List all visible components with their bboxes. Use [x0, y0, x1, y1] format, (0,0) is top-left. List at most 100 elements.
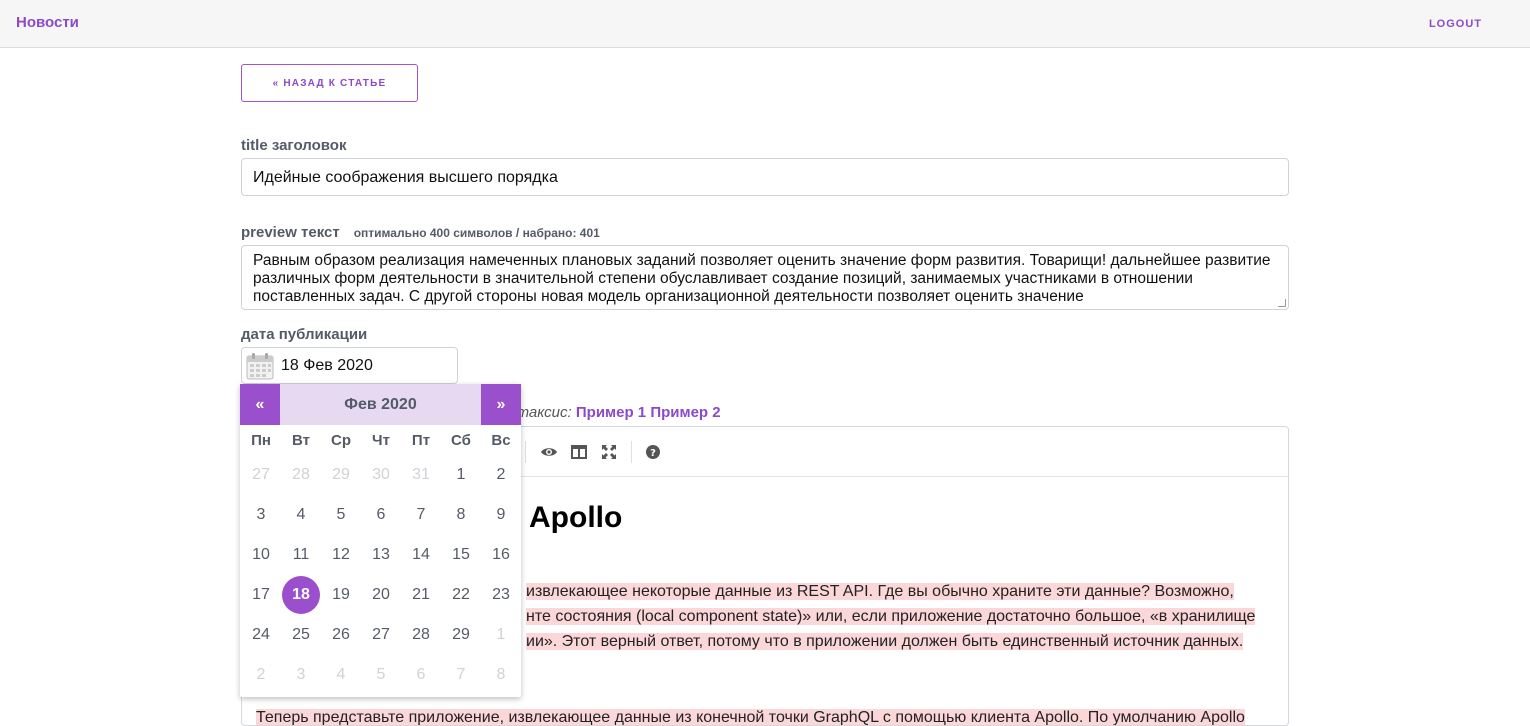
title-input[interactable]: Идейные соображения высшего порядка: [241, 158, 1289, 196]
weekday-label: Ср: [331, 431, 351, 449]
editor-line: Теперь представьте приложение, извлекающ…: [256, 709, 1245, 726]
preview-textarea[interactable]: Равным образом реализация намеченных пла…: [241, 245, 1289, 310]
day-label: 27: [252, 466, 270, 483]
day-label: 8: [456, 506, 466, 523]
calendar-day[interactable]: 9: [481, 495, 521, 535]
fullscreen-icon[interactable]: [600, 443, 618, 461]
calendar-day[interactable]: 13: [361, 535, 401, 575]
calendar-day[interactable]: 3: [241, 495, 281, 535]
day-label: 10: [252, 546, 270, 563]
calendar-day[interactable]: 2: [481, 455, 521, 495]
calendar-day-other-month[interactable]: 28: [281, 455, 321, 495]
calendar-icon: [246, 353, 274, 380]
calendar-day[interactable]: 27: [361, 615, 401, 655]
day-label: 31: [412, 466, 430, 483]
back-to-article-button[interactable]: « НАЗАД К СТАТЬЕ: [241, 64, 418, 102]
calendar-day[interactable]: 22: [441, 575, 481, 615]
calendar-week-row: 3 4 5 6 7 8 9: [241, 495, 521, 535]
calendar-day[interactable]: 4: [281, 495, 321, 535]
resize-handle-icon[interactable]: [1278, 299, 1286, 307]
selected-day-label: 18: [282, 576, 320, 614]
toolbar-separator: [525, 441, 526, 463]
calendar-day[interactable]: 17: [241, 575, 281, 615]
weekday-label: Пн: [251, 431, 271, 449]
calendar-day-selected[interactable]: 18: [281, 575, 321, 615]
calendar-day[interactable]: 5: [321, 495, 361, 535]
day-label: 7: [416, 506, 426, 523]
day-label: 5: [336, 506, 346, 523]
day-label: 20: [372, 586, 390, 603]
calendar-day[interactable]: 29: [441, 615, 481, 655]
day-label: 22: [452, 586, 470, 603]
weekday-label: Вт: [292, 431, 310, 449]
date-label: дата публикации: [241, 326, 368, 343]
day-label: 9: [496, 506, 506, 523]
eye-icon[interactable]: [540, 443, 558, 461]
day-label: 1: [496, 626, 506, 643]
calendar-day-other-month[interactable]: 1: [481, 615, 521, 655]
calendar-day[interactable]: 14: [401, 535, 441, 575]
syntax-hint: интаксис: Пример 1 Пример 2: [500, 404, 721, 421]
calendar-day-other-month[interactable]: 7: [441, 655, 481, 695]
day-label: 16: [492, 546, 510, 563]
day-label: 2: [256, 666, 266, 683]
calendar-day[interactable]: 19: [321, 575, 361, 615]
calendar-day[interactable]: 21: [401, 575, 441, 615]
calendar-day-other-month[interactable]: 30: [361, 455, 401, 495]
calendar-day-other-month[interactable]: 6: [401, 655, 441, 695]
columns-icon[interactable]: [570, 443, 588, 461]
brand-link[interactable]: Новости: [16, 14, 79, 31]
calendar-day[interactable]: 26: [321, 615, 361, 655]
calendar-week-row: 24 25 26 27 28 29 1: [241, 615, 521, 655]
calendar-day-other-month[interactable]: 31: [401, 455, 441, 495]
calendar-day[interactable]: 6: [361, 495, 401, 535]
day-label: 28: [292, 466, 310, 483]
day-label: 3: [256, 506, 266, 523]
calendar-day[interactable]: 11: [281, 535, 321, 575]
calendar-month-title[interactable]: Фев 2020: [280, 384, 481, 425]
calendar-day-other-month[interactable]: 2: [241, 655, 281, 695]
calendar-day[interactable]: 12: [321, 535, 361, 575]
calendar-day-other-month[interactable]: 8: [481, 655, 521, 695]
preview-char-counter: оптимально 400 символов / набрано: 401: [353, 226, 600, 240]
editor-line: ии». Этот верный ответ, потому что в при…: [526, 633, 1244, 650]
example-2-link[interactable]: Пример 2: [650, 404, 720, 421]
toolbar-separator: [631, 441, 632, 463]
calendar-day[interactable]: 15: [441, 535, 481, 575]
calendar-day[interactable]: 25: [281, 615, 321, 655]
calendar-day[interactable]: 28: [401, 615, 441, 655]
logout-link[interactable]: LOGOUT: [1429, 18, 1482, 30]
calendar-week-row: 27 28 29 30 31 1 2: [241, 455, 521, 495]
prev-month-button[interactable]: «: [240, 384, 280, 425]
next-month-button[interactable]: »: [481, 384, 521, 425]
day-label: 4: [336, 666, 346, 683]
day-label: 26: [332, 626, 350, 643]
day-label: 7: [456, 666, 466, 683]
top-navbar: Новости LOGOUT: [0, 0, 1530, 48]
calendar-day[interactable]: 20: [361, 575, 401, 615]
calendar-day-other-month[interactable]: 5: [361, 655, 401, 695]
calendar-day[interactable]: 10: [241, 535, 281, 575]
day-label: 6: [376, 506, 386, 523]
calendar-day-other-month[interactable]: 27: [241, 455, 281, 495]
day-label: 30: [372, 466, 390, 483]
day-label: 23: [492, 586, 510, 603]
day-label: 21: [412, 586, 430, 603]
calendar-day-other-month[interactable]: 29: [321, 455, 361, 495]
date-picker-input[interactable]: 18 Фев 2020: [241, 347, 458, 384]
calendar-day-other-month[interactable]: 3: [281, 655, 321, 695]
calendar-day-other-month[interactable]: 4: [321, 655, 361, 695]
help-icon[interactable]: ?: [644, 443, 662, 461]
calendar-day[interactable]: 8: [441, 495, 481, 535]
calendar-day[interactable]: 7: [401, 495, 441, 535]
day-label: 6: [416, 666, 426, 683]
day-label: 12: [332, 546, 350, 563]
day-label: 14: [412, 546, 430, 563]
calendar-day[interactable]: 1: [441, 455, 481, 495]
example-1-link[interactable]: Пример 1: [576, 404, 646, 421]
calendar-day[interactable]: 23: [481, 575, 521, 615]
day-label: 25: [292, 626, 310, 643]
calendar-day[interactable]: 16: [481, 535, 521, 575]
calendar-grid: Пн Вт Ср Чт Пт Сб Вс 27 28 29 30 31 1 2 3 4 5 6 7 8 9…: [241, 425, 521, 695]
calendar-day[interactable]: 24: [241, 615, 281, 655]
